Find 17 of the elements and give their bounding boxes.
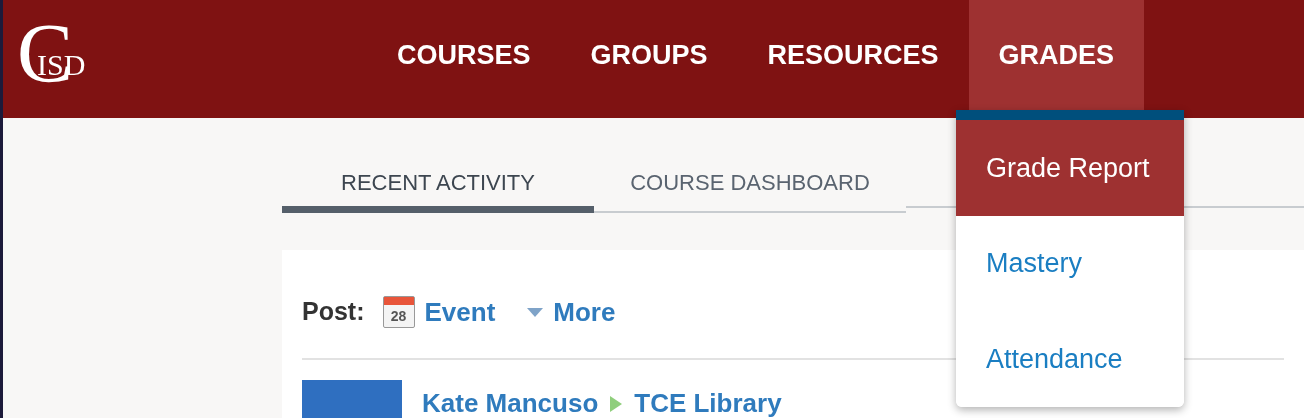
nav-item[interactable]: GROUPS: [560, 0, 738, 110]
author-link[interactable]: Kate Mancuso: [422, 384, 599, 418]
tab[interactable]: COURSE DASHBOARD: [594, 159, 906, 213]
group-link[interactable]: TCE Library: [634, 384, 782, 418]
nav-item[interactable]: RESOURCES: [737, 0, 969, 110]
menu-item[interactable]: Mastery: [956, 215, 1184, 312]
arrow-icon: [610, 395, 623, 412]
menu-item[interactable]: Grade Report: [956, 120, 1184, 216]
more-link[interactable]: More: [553, 292, 616, 332]
nav-item[interactable]: GRADES: [968, 0, 1145, 110]
event-link[interactable]: Event: [424, 292, 496, 332]
tab[interactable]: RECENT ACTIVITY: [282, 159, 594, 213]
nav-item[interactable]: COURSES: [367, 0, 561, 110]
caret-icon: [527, 307, 544, 317]
post-label: Post:: [302, 296, 365, 328]
calendar-icon: 28: [382, 296, 415, 328]
menu-item[interactable]: Attendance: [956, 311, 1184, 407]
